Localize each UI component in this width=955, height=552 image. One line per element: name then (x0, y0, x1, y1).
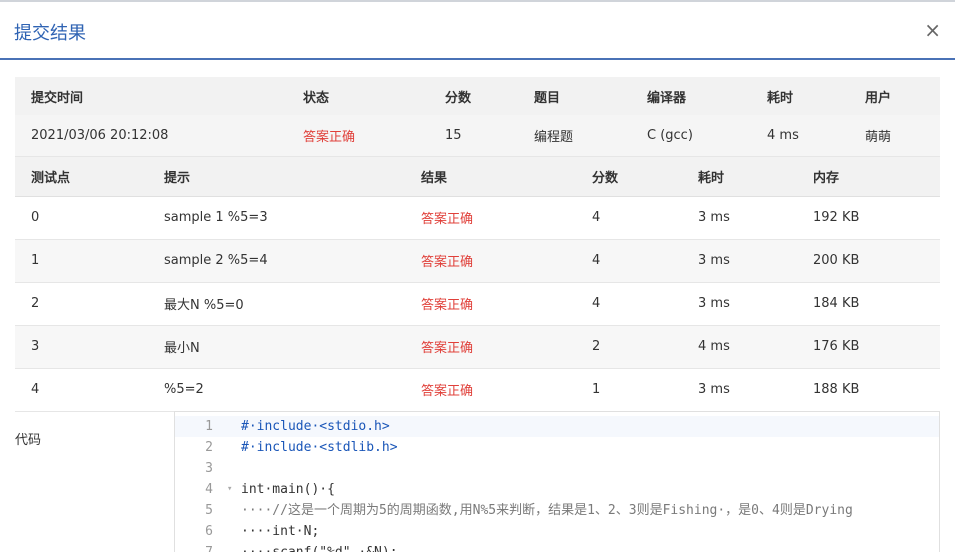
header-status: 状态 (303, 90, 330, 106)
header-case-time: 耗时 (698, 170, 725, 186)
code-line[interactable]: 2 #·include·<stdlib.h> (175, 437, 939, 458)
case-memory: 200 KB (813, 253, 860, 268)
close-icon[interactable]: × (924, 18, 941, 42)
code-label: 代码 (15, 433, 42, 448)
summary-header-row: 提交时间 状态 分数 题目 编译器 耗时 用户 (15, 77, 940, 115)
code-text: int·main()·{ (241, 482, 335, 497)
line-number: 2 (205, 440, 213, 455)
case-id: 1 (31, 253, 40, 268)
line-number: 6 (205, 524, 213, 539)
header-submit-time: 提交时间 (31, 90, 84, 106)
case-hint: 最小N (164, 341, 200, 356)
case-time: 3 ms (698, 296, 730, 311)
code-viewer[interactable]: 1 #·include·<stdio.h> 2 #·include·<stdlib.h… (174, 411, 940, 552)
elapsed-time: 4 ms (767, 127, 799, 143)
table-row: 2 最大N %5=0 答案正确 4 3 ms 184 KB (15, 282, 940, 325)
submission-summary-table: 提交时间 状态 分数 题目 编译器 耗时 用户 2021/03/06 20:12… (15, 77, 940, 157)
case-hint: 最大N %5=0 (164, 298, 244, 313)
case-score: 2 (592, 339, 601, 354)
case-memory: 176 KB (813, 339, 860, 354)
header-score: 分数 (445, 90, 472, 106)
header-compiler: 编译器 (647, 90, 687, 106)
user-name: 萌萌 (865, 129, 892, 145)
case-id: 3 (31, 339, 40, 354)
case-score: 1 (592, 382, 601, 397)
table-row: 3 最小N 答案正确 2 4 ms 176 KB (15, 325, 940, 368)
modal-header: 提交结果 × (0, 2, 955, 60)
header-hint: 提示 (164, 170, 191, 186)
problem-name: 编程题 (534, 129, 574, 145)
modal-title: 提交结果 (14, 23, 86, 44)
total-score: 15 (445, 127, 462, 143)
case-result: 答案正确 (421, 384, 474, 399)
case-memory: 192 KB (813, 210, 860, 225)
case-score: 4 (592, 210, 601, 225)
status-badge: 答案正确 (303, 129, 356, 145)
case-id: 0 (31, 210, 40, 225)
cases-header-row: 测试点 提示 结果 分数 耗时 内存 (15, 157, 940, 196)
case-id: 2 (31, 296, 40, 311)
header-result: 结果 (421, 170, 448, 186)
case-hint: %5=2 (164, 382, 204, 397)
test-cases-table: 测试点 提示 结果 分数 耗时 内存 0 sample 1 %5=3 答案正确 … (15, 157, 940, 412)
line-number: 5 (205, 503, 213, 518)
case-time: 3 ms (698, 253, 730, 268)
case-memory: 184 KB (813, 296, 860, 311)
code-text: ····int·N; (241, 524, 320, 539)
summary-row: 2021/03/06 20:12:08 答案正确 15 编程题 C (gcc) … (15, 115, 940, 156)
code-line[interactable]: 1 #·include·<stdio.h> (175, 416, 939, 437)
header-elapsed: 耗时 (767, 90, 794, 106)
code-text: ····scanf("%d",·&N); (241, 542, 398, 552)
code-text: #·include·<stdio.h> (241, 419, 390, 434)
case-result: 答案正确 (421, 212, 474, 227)
table-row: 1 sample 2 %5=4 答案正确 4 3 ms 200 KB (15, 239, 940, 282)
fold-toggle-icon[interactable]: ▾ (227, 479, 232, 500)
submit-time: 2021/03/06 20:12:08 (31, 127, 169, 143)
code-line[interactable]: 6 ····int·N; (175, 521, 939, 542)
line-number: 1 (205, 419, 213, 434)
case-score: 4 (592, 253, 601, 268)
line-number: 7 (175, 542, 213, 552)
case-result: 答案正确 (421, 255, 474, 270)
code-line[interactable]: 5 ····//这是一个周期为5的周期函数,用N%5来判断，结果是1、2、3则是F… (175, 500, 939, 521)
case-hint: sample 1 %5=3 (164, 210, 268, 225)
table-row: 0 sample 1 %5=3 答案正确 4 3 ms 192 KB (15, 196, 940, 239)
header-memory: 内存 (813, 170, 840, 186)
case-memory: 188 KB (813, 382, 860, 397)
line-number: 4 (205, 482, 213, 497)
header-user: 用户 (865, 90, 892, 106)
case-result: 答案正确 (421, 341, 474, 356)
case-score: 4 (592, 296, 601, 311)
header-case-id: 测试点 (31, 170, 71, 186)
code-line[interactable]: 3 (175, 458, 939, 479)
code-text: #·include·<stdlib.h> (241, 440, 398, 455)
compiler-name: C (gcc) (647, 127, 693, 143)
line-number: 3 (205, 461, 213, 476)
case-time: 3 ms (698, 210, 730, 225)
header-problem: 题目 (534, 90, 561, 106)
case-time: 3 ms (698, 382, 730, 397)
code-text: ····//这是一个周期为5的周期函数,用N%5来判断，结果是1、2、3则是Fi… (241, 503, 853, 518)
code-line[interactable]: 7 ····scanf("%d",·&N); (175, 542, 939, 552)
case-result: 答案正确 (421, 298, 474, 313)
table-row: 4 %5=2 答案正确 1 3 ms 188 KB (15, 368, 940, 411)
code-line[interactable]: 4 ▾ int·main()·{ (175, 479, 939, 500)
case-hint: sample 2 %5=4 (164, 253, 268, 268)
case-id: 4 (31, 382, 40, 397)
case-time: 4 ms (698, 339, 730, 354)
header-case-score: 分数 (592, 170, 619, 186)
